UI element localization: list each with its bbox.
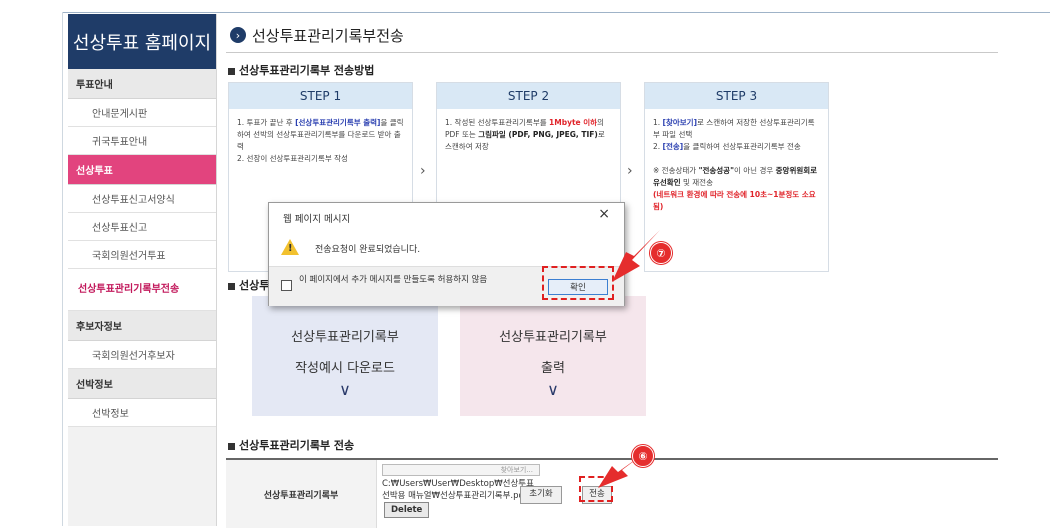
step-3-body: 1. [찾아보기]로 스캔하여 저장한 선상투표관리기록부 파일 선택 2. [… <box>645 109 828 221</box>
sidebar-item-return-vote-guide[interactable]: 귀국투표안내 <box>68 127 216 155</box>
warning-mark: ! <box>288 243 293 254</box>
suppress-messages-checkbox[interactable] <box>281 280 292 291</box>
section-method-title: 선상투표관리기록부 전송방법 <box>228 62 374 78</box>
ok-highlight-box <box>542 266 614 300</box>
step-2-text: 1. 작성된 선상투표관리기록부를 <box>445 118 550 127</box>
sidebar-category-onboard-vote[interactable]: 선상투표 <box>68 155 216 185</box>
print-record-button[interactable]: 선상투표관리기록부 출력 ∨ <box>460 296 646 416</box>
chevron-right-icon: › <box>420 163 426 179</box>
step-3-note-status: "전송성공" <box>698 166 734 175</box>
step-3-text: 1. <box>653 118 663 127</box>
square-bullet-icon <box>228 442 235 450</box>
dialog-title: 웹 페이지 메시지 <box>283 214 351 225</box>
square-bullet-icon <box>228 282 235 290</box>
step-1-highlight: [선상투표관리기록부 출력] <box>295 118 381 127</box>
step-3-note-cont: 이 아닌 경우 <box>733 166 776 175</box>
file-path-text: C:₩Users₩User₩Desktop₩선상투표 선박용 매뉴얼₩선상투표관… <box>382 479 534 501</box>
close-icon[interactable]: × <box>598 206 610 222</box>
reset-button[interactable]: 초기화 <box>520 486 562 504</box>
find-file-button[interactable]: 찾아보기... <box>382 464 540 476</box>
step-3-card: STEP 3 1. [찾아보기]로 스캔하여 저장한 선상투표관리기록부 파일 … <box>644 82 829 272</box>
step-1-body: 1. 투표가 끝난 후 [선상투표관리기록부 출력]을 클릭하여 선박의 선상투… <box>229 109 412 173</box>
section-transfer-title: 선상투표관리기록부 전송 <box>228 437 354 453</box>
page-header: › 선상투표관리기록부전송 <box>226 18 998 53</box>
suppress-messages-label: 이 페이지에서 추가 메시지를 만들도록 허용하지 않음 <box>299 275 488 285</box>
frame-left-border <box>62 12 63 526</box>
step-2-header: STEP 2 <box>437 83 620 109</box>
square-bullet-icon <box>228 67 235 75</box>
sidebar-item-record-transfer-label: 선상투표관리기록부전송 <box>78 283 180 295</box>
step-3-text-2: 2. <box>653 142 663 151</box>
sidebar-item-ship-info[interactable]: 선박정보 <box>68 399 216 427</box>
frame-top-border <box>62 12 1050 13</box>
print-record-line1: 선상투표관리기록부 <box>499 330 607 345</box>
step-2-size-limit: 1Mbyte 이하 <box>549 118 598 127</box>
section-method-title-text: 선상투표관리기록부 전송방법 <box>239 64 375 77</box>
step-3-note-resend: 및 재전송 <box>680 178 713 187</box>
step-1-header: STEP 1 <box>229 83 412 109</box>
print-record-line2: 출력 <box>541 361 565 376</box>
chevron-right-icon: › <box>230 27 246 43</box>
callout-step-6: ⑥ <box>632 445 654 467</box>
delete-file-button[interactable]: Delete <box>384 502 430 518</box>
step-3-send-highlight: [전송] <box>662 142 684 151</box>
chevron-down-icon: ∨ <box>547 380 559 399</box>
chevron-down-icon: ∨ <box>339 380 351 399</box>
step-3-note: ※ 전송상태가 <box>653 166 699 175</box>
step-3-text-2-cont: 을 클릭하여 선상투표관리기록부 전송 <box>683 142 801 151</box>
transfer-label: 선상투표관리기록부 <box>226 460 377 528</box>
sidebar-category-ship-info[interactable]: 선박정보 <box>68 369 216 399</box>
section-transfer-title-text: 선상투표관리기록부 전송 <box>239 439 355 452</box>
step-2-formats: 그림파일 (PDF, PNG, JPEG, TIF) <box>478 130 598 139</box>
callout-step-7: ⑦ <box>650 242 672 264</box>
sidebar-item-national-candidates[interactable]: 국회의원선거후보자 <box>68 341 216 369</box>
step-2-body: 1. 작성된 선상투표관리기록부를 1Mbyte 이하의 PDF 또는 그림파일… <box>437 109 620 161</box>
section-download-title: 선상투 <box>228 277 269 293</box>
step-1-text-2: 2. 선장이 선상투표관리기록부 작성 <box>237 154 348 163</box>
sidebar-header[interactable]: 선상투표 홈페이지 <box>68 14 216 69</box>
sidebar-item-national-election-vote[interactable]: 국회의원선거투표 <box>68 241 216 269</box>
download-example-line1: 선상투표관리기록부 <box>291 330 399 345</box>
step-3-header: STEP 3 <box>645 83 828 109</box>
sidebar-item-report[interactable]: 선상투표신고 <box>68 213 216 241</box>
chevron-right-icon: › <box>627 163 633 179</box>
sidebar: 선상투표 홈페이지 투표안내 안내문게시판 귀국투표안내 선상투표 선상투표신고… <box>68 14 217 526</box>
sidebar-item-report-form[interactable]: 선상투표신고서양식 <box>68 185 216 213</box>
section-download-title-text: 선상투 <box>239 279 270 292</box>
sidebar-item-record-transfer[interactable]: 선상투표관리기록부전송 <box>68 269 216 311</box>
sidebar-category-candidate-info[interactable]: 후보자정보 <box>68 311 216 341</box>
page-title: 선상투표관리기록부전송 <box>252 26 404 45</box>
sidebar-item-notice-board[interactable]: 안내문게시판 <box>68 99 216 127</box>
download-example-line2: 작성예시 다운로드 <box>295 361 395 376</box>
dialog-message: 전송요청이 완료되었습니다. <box>315 245 421 255</box>
step-3-find-highlight: [찾아보기] <box>662 118 698 127</box>
file-path: C:₩Users₩User₩Desktop₩선상투표 선박용 매뉴얼₩선상투표관… <box>382 478 542 518</box>
download-example-button[interactable]: 선상투표관리기록부 작성예시 다운로드 ∨ <box>252 296 438 416</box>
sidebar-category-vote-guide[interactable]: 투표안내 <box>68 69 216 99</box>
step-1-text: 1. 투표가 끝난 후 <box>237 118 296 127</box>
step-3-note-network: (네트워크 환경에 따라 전송에 10초~1분정도 소요됨) <box>653 190 816 211</box>
